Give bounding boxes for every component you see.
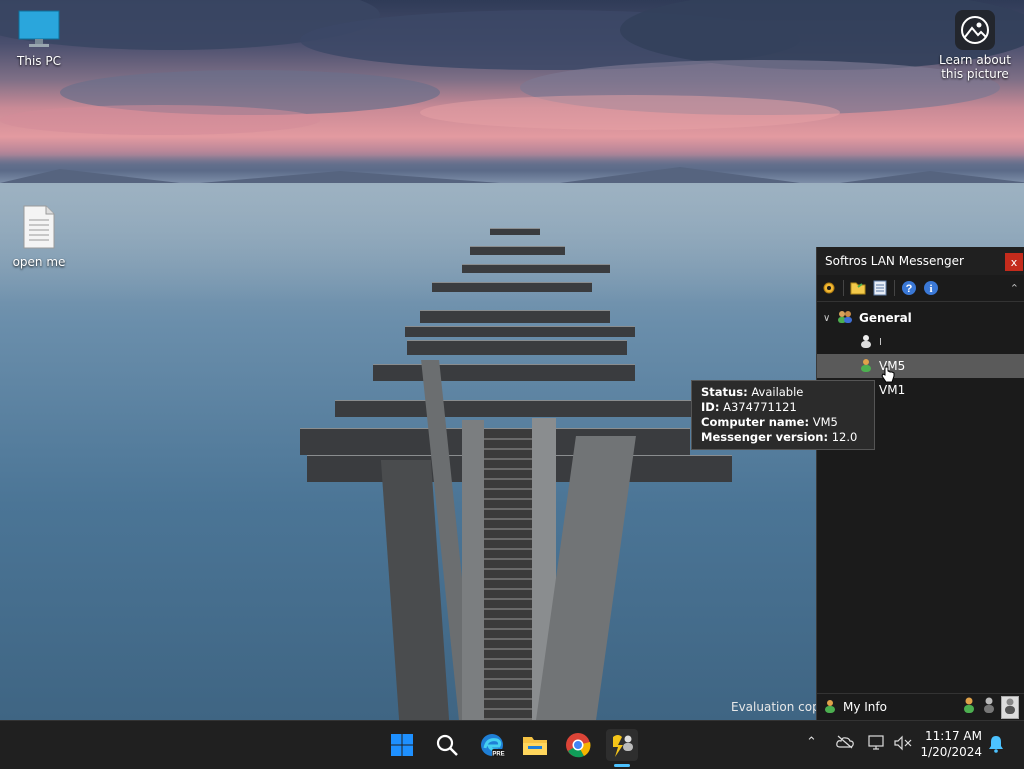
group-name: General xyxy=(859,311,912,325)
user-name: I xyxy=(879,336,882,348)
onedrive-icon[interactable] xyxy=(836,735,854,753)
camera-icon xyxy=(961,16,989,44)
available-user-icon xyxy=(859,358,873,375)
monitor-icon xyxy=(18,10,60,47)
status-bar: My Info xyxy=(817,693,1024,720)
learn-about-picture[interactable]: Learn about this picture xyxy=(938,10,1012,81)
desktop-icon-this-pc[interactable]: This PC xyxy=(3,10,75,68)
taskbar: PRE ⌃ 11:17 AM 1/20/2024 xyxy=(0,720,1024,769)
folder-icon[interactable] xyxy=(850,280,866,296)
desktop-icon-label: This PC xyxy=(17,54,61,68)
settings-icon[interactable] xyxy=(821,280,837,296)
cloud xyxy=(0,105,320,135)
tooltip-id: ID: A374771121 xyxy=(701,400,797,414)
svg-text:i: i xyxy=(929,283,932,295)
lan-messenger-window: Softros LAN Messenger x ? i ⌃ ∨ General xyxy=(816,247,1024,720)
help-icon[interactable]: ? xyxy=(901,280,917,296)
toolbar: ? i ⌃ xyxy=(817,275,1024,302)
mountain xyxy=(0,169,180,183)
toolbar-separator xyxy=(843,280,844,296)
mountain xyxy=(840,171,1024,183)
group-icon xyxy=(837,310,853,327)
tooltip-version: Messenger version: 12.0 xyxy=(701,430,858,444)
toolbar-separator xyxy=(894,280,895,296)
desktop-icon-open-me[interactable]: open me xyxy=(3,205,75,269)
edge-beta-icon[interactable]: PRE xyxy=(476,729,508,761)
cloud xyxy=(420,95,840,130)
mountain xyxy=(560,167,800,183)
chevron-up-icon[interactable]: ⌃ xyxy=(806,735,817,750)
tooltip-computer-name: Computer name: VM5 xyxy=(701,415,838,429)
spotlight-label-line2: this picture xyxy=(941,67,1009,81)
desktop-icon-label: open me xyxy=(12,255,66,269)
chevron-up-icon[interactable]: ⌃ xyxy=(1010,282,1019,295)
info-icon[interactable]: i xyxy=(923,280,939,296)
network-icon[interactable] xyxy=(868,735,886,755)
busy-status-icon[interactable] xyxy=(1001,695,1019,719)
tooltip-status: Status: Available xyxy=(701,385,804,399)
spotlight-label-line1: Learn about xyxy=(939,53,1011,67)
text-file-icon xyxy=(23,205,55,249)
evaluation-watermark: Evaluation copy xyxy=(731,700,827,714)
active-app-indicator xyxy=(614,764,630,767)
my-info-label: My Info xyxy=(843,700,887,714)
svg-text:?: ? xyxy=(906,283,913,295)
tree-group-general[interactable]: ∨ General xyxy=(817,306,1024,330)
window-title: Softros LAN Messenger xyxy=(825,254,964,268)
user-icon xyxy=(823,699,837,716)
bell-icon[interactable] xyxy=(988,735,1004,757)
away-status-icon[interactable] xyxy=(981,696,997,719)
lan-messenger-icon[interactable] xyxy=(606,729,638,761)
user-name: VM1 xyxy=(879,383,906,397)
mountain xyxy=(200,171,500,183)
clock[interactable]: 11:17 AM 1/20/2024 xyxy=(920,728,982,760)
offline-user-icon xyxy=(859,334,873,351)
window-titlebar[interactable]: Softros LAN Messenger x xyxy=(817,247,1024,275)
clock-time: 11:17 AM xyxy=(925,729,982,743)
available-status-icon[interactable] xyxy=(961,696,977,719)
file-explorer-icon[interactable] xyxy=(519,729,551,761)
search-icon[interactable] xyxy=(431,729,463,761)
svg-text:PRE: PRE xyxy=(492,752,504,758)
my-info-button[interactable]: My Info xyxy=(817,699,887,716)
user-tooltip: Status: Available ID: A374771121 Compute… xyxy=(691,380,875,450)
volume-muted-icon[interactable] xyxy=(894,735,912,755)
windows-start-icon[interactable] xyxy=(386,729,418,761)
close-button[interactable]: x xyxy=(1005,253,1023,271)
notes-icon[interactable] xyxy=(872,280,888,296)
chrome-icon[interactable] xyxy=(562,729,594,761)
clock-date: 1/20/2024 xyxy=(920,745,982,759)
user-row-selected[interactable]: VM5 xyxy=(817,354,1024,383)
horizon xyxy=(0,155,1024,183)
chevron-down-icon[interactable]: ∨ xyxy=(823,313,837,324)
user-row[interactable]: I xyxy=(817,330,1024,354)
